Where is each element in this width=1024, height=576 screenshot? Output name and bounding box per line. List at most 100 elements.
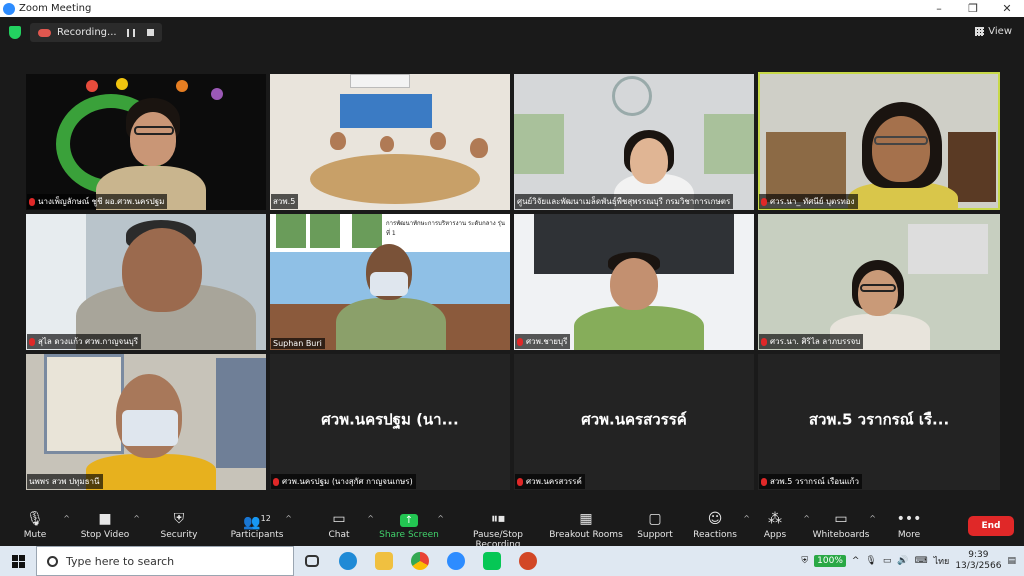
video-tile-3[interactable]: ศูนย์วิจัยและพัฒนาเมล็ดพันธุ์พืชสุพรรณบุ… <box>514 74 754 210</box>
video-tile-6[interactable]: การพัฒนาทักษะการบริหารงาน ระดับกลาง รุ่น… <box>270 214 510 350</box>
video-tile-7[interactable]: ศวพ.ชายบุรี <box>514 214 754 350</box>
edge-browser-icon <box>339 552 357 570</box>
end-meeting-button[interactable]: End <box>968 516 1014 536</box>
chrome-icon <box>411 552 429 570</box>
taskbar-search-box[interactable]: Type here to search <box>36 546 294 576</box>
windows-taskbar: Type here to search ⛨ 100% ^ 🎙 ▭ 🔊 ⌨ ไทย… <box>0 546 1024 576</box>
powerpoint-icon <box>519 552 537 570</box>
video-tile-5[interactable]: สุไล ดวงแก้ว ศวพ.กาญจนบุรี <box>26 214 266 350</box>
security-tray-icon[interactable]: ⛨ <box>801 556 808 566</box>
apps-button[interactable]: ⁂ Apps ^ <box>740 510 810 540</box>
notifications-icon[interactable]: ▤ <box>1007 556 1016 566</box>
view-button[interactable]: View <box>975 26 1012 37</box>
stop-recording-icon[interactable] <box>147 29 154 36</box>
zoom-app-icon <box>447 552 465 570</box>
recording-indicator: Recording... <box>30 23 162 42</box>
video-tile-4-active-speaker[interactable]: ศวร.นา_ ทัศนีย์ บุตรทอง <box>758 72 1000 210</box>
battery-indicator[interactable]: 100% <box>814 555 846 567</box>
participant-name-11: ศวพ.นครสวรรค์ <box>515 474 585 489</box>
taskbar-zoom[interactable] <box>438 546 474 576</box>
system-tray: ⛨ 100% ^ 🎙 ▭ 🔊 ⌨ ไทย 9:39 13/3/2566 ▤ <box>801 546 1024 576</box>
participant-name-9: นพพร สวพ ปทุมธานี <box>27 474 103 489</box>
search-icon <box>47 555 58 567</box>
participants-button[interactable]: 👥12 Participants ^ <box>222 510 292 540</box>
participant-name-2: สวพ.5 <box>271 194 299 209</box>
chat-button[interactable]: ▭ Chat ^ <box>304 510 374 540</box>
meeting-toolbar: 🎙 Mute ^ ■ Stop Video ^ ⛨ Security 👥12 Partici… <box>0 506 1024 550</box>
taskbar-file-explorer[interactable] <box>366 546 402 576</box>
task-view-button[interactable] <box>294 546 330 576</box>
muted-mic-icon <box>29 197 35 206</box>
view-label: View <box>988 26 1012 37</box>
start-button[interactable] <box>0 546 36 576</box>
participant-name-6: Suphan Buri <box>271 338 325 349</box>
mute-options-caret[interactable]: ^ <box>63 514 70 523</box>
close-window-button[interactable]: ✕ <box>990 2 1024 15</box>
recording-label: Recording... <box>57 27 117 38</box>
video-tile-11-camera-off[interactable]: ศวพ.นครสวรรค์ ศวพ.นครสวรรค์ <box>514 354 754 490</box>
taskbar-clock[interactable]: 9:39 13/3/2566 <box>955 550 1001 572</box>
more-dots-icon: ••• <box>896 511 922 527</box>
windows-logo-icon <box>11 554 25 568</box>
minimize-button[interactable]: – <box>922 2 956 15</box>
meeting-top-strip: Recording... View <box>0 17 1024 47</box>
chat-options-caret[interactable]: ^ <box>367 514 374 523</box>
zoom-logo-icon <box>3 2 15 15</box>
breakout-rooms-icon: ▦ <box>579 511 593 527</box>
microphone-tray-icon[interactable]: 🎙 <box>865 556 876 566</box>
search-placeholder: Type here to search <box>66 554 175 568</box>
video-tile-12-camera-off[interactable]: สวพ.5 วรากรณ์ เรื... สวพ.5 วรากรณ์ เรือน… <box>758 354 1000 490</box>
participant-name-3: ศูนย์วิจัยและพัฒนาเมล็ดพันธุ์พืชสุพรรณบุ… <box>515 194 734 209</box>
video-camera-icon: ■ <box>98 511 112 527</box>
video-options-caret[interactable]: ^ <box>133 514 140 523</box>
keyboard-icon[interactable]: ⌨ <box>915 556 928 566</box>
volume-icon[interactable]: 🔊 <box>897 556 908 566</box>
more-button[interactable]: ••• More <box>874 510 944 540</box>
video-tile-1[interactable]: นางเพ็ญลักษณ์ ชูชี ผอ.ศวพ.นครปฐม <box>26 74 266 210</box>
video-tile-9[interactable]: นพพร สวพ ปทุมธานี <box>26 354 266 490</box>
pause-recording-icon[interactable] <box>127 28 135 37</box>
participants-count: 12 <box>260 514 271 523</box>
network-icon[interactable]: ▭ <box>883 556 892 566</box>
breakout-rooms-button[interactable]: ▦ Breakout Rooms <box>548 510 624 540</box>
participant-name-8: ศวร.นา. ศิริไล ลาภบรรจบ <box>759 334 864 349</box>
camera-off-name-11: ศวพ.นครสวรรค์ <box>581 410 687 429</box>
video-tile-10-camera-off[interactable]: ศวพ.นครปฐม (นา... ศวพ.นครปฐม (นางสุกัศ ก… <box>270 354 510 490</box>
input-language[interactable]: ไทย <box>934 554 950 568</box>
show-hidden-icons-icon[interactable]: ^ <box>852 556 860 566</box>
cloud-recording-icon <box>38 28 51 37</box>
clock-time: 9:39 <box>968 550 989 560</box>
participant-name-5: สุไล ดวงแก้ว ศวพ.กาญจนบุรี <box>27 334 142 349</box>
video-tile-8[interactable]: ศวร.นา. ศิริไล ลาภบรรจบ <box>758 214 1000 350</box>
mute-button[interactable]: 🎙 Mute ^ <box>0 510 70 540</box>
taskbar-powerpoint[interactable] <box>510 546 546 576</box>
stop-video-button[interactable]: ■ Stop Video ^ <box>70 510 140 540</box>
whiteboards-button[interactable]: ▭ Whiteboards ^ <box>806 510 876 540</box>
participant-name-4: ศวร.นา_ ทัศนีย์ บุตรทอง <box>759 194 858 209</box>
share-options-caret[interactable]: ^ <box>437 514 444 523</box>
participants-icon: 👥12 <box>243 514 271 531</box>
participant-name-1: นางเพ็ญลักษณ์ ชูชี ผอ.ศวพ.นครปฐม <box>27 194 168 209</box>
camera-off-name-10: ศวพ.นครปฐม (นา... <box>321 410 459 429</box>
taskbar-chrome[interactable] <box>402 546 438 576</box>
taskbar-edge[interactable] <box>330 546 366 576</box>
taskbar-line[interactable] <box>474 546 510 576</box>
participants-options-caret[interactable]: ^ <box>285 514 292 523</box>
camera-off-name-12: สวพ.5 วรากรณ์ เรื... <box>808 410 950 429</box>
security-shield-icon: ⛨ <box>173 511 185 527</box>
muted-mic-icon <box>517 337 523 346</box>
clock-date: 13/3/2566 <box>955 561 1002 571</box>
microphone-icon: 🎙 <box>26 511 44 527</box>
pause-stop-icon: ⏸⏹ <box>491 511 505 527</box>
share-screen-button[interactable]: ↑ Share Screen ^ <box>374 510 444 540</box>
pause-stop-recording-button[interactable]: ⏸⏹ Pause/Stop Recording <box>450 510 546 550</box>
share-screen-icon: ↑ <box>374 510 444 528</box>
encryption-shield-icon[interactable] <box>9 26 21 39</box>
participant-name-7: ศวพ.ชายบุรี <box>515 334 571 349</box>
muted-mic-icon <box>761 477 767 486</box>
muted-mic-icon <box>517 477 523 486</box>
security-button[interactable]: ⛨ Security <box>144 510 214 540</box>
maximize-button[interactable]: ❐ <box>956 2 990 15</box>
task-view-icon <box>305 555 319 567</box>
video-tile-2[interactable]: สวพ.5 <box>270 74 510 210</box>
